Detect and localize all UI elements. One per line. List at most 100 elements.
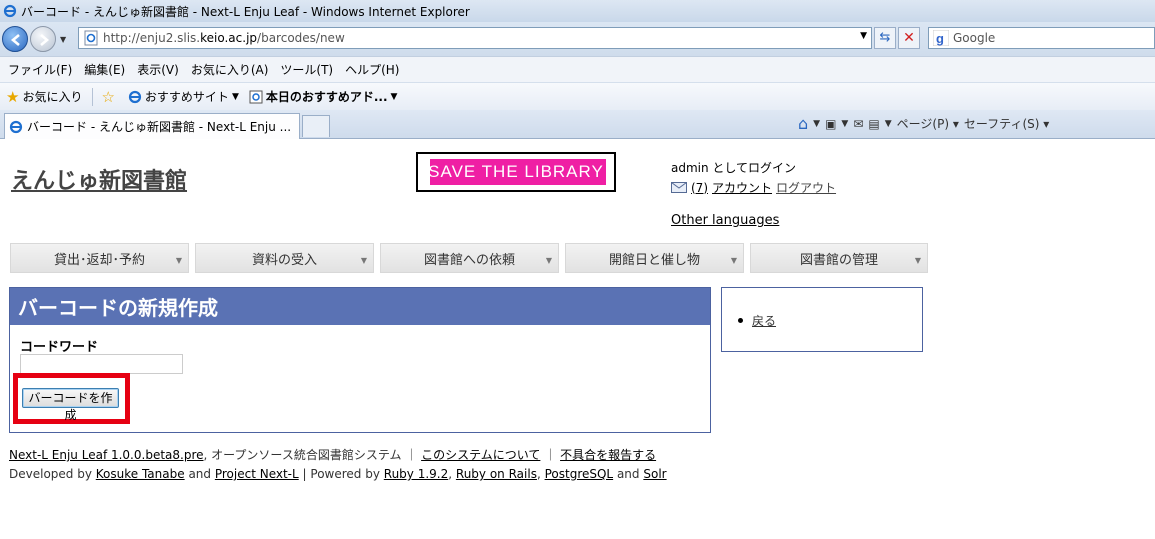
print-icon[interactable]: ▤ [868, 117, 879, 131]
ie-icon [128, 90, 142, 103]
side-panel: 戻る [721, 287, 923, 352]
menu-tools[interactable]: ツール(T) [280, 61, 333, 78]
search-placeholder: Google [953, 31, 996, 45]
footer-sep: ｜ [544, 448, 557, 462]
menu-view[interactable]: 表示(V) [137, 61, 179, 78]
feeds-icon[interactable]: ▣ [825, 117, 836, 131]
address-toolbar: ▼ http://enju2.slis.keio.ac.jp/barcodes/… [0, 22, 1155, 56]
webslice-label: 本日のおすすめアド... [265, 90, 388, 104]
safety-menu-label: セーフティ(S) [963, 117, 1040, 131]
nav-circulation[interactable]: 貸出･返却･予約 ▼ [10, 243, 189, 273]
ruby-link[interactable]: Ruby 1.9.2 [384, 467, 448, 481]
svg-text:g: g [936, 31, 944, 46]
menu-favorites[interactable]: お気に入り(A) [191, 61, 269, 78]
page-menu-label: ページ(P) [896, 117, 950, 131]
favorites-bar: ★ お気に入り ☆ おすすめサイト ▼ 本日のおすすめアド... ▼ [0, 82, 1155, 110]
address-url: http://enju2.slis.keio.ac.jp/barcodes/ne… [103, 31, 345, 45]
favorites-button[interactable]: ★ お気に入り [6, 88, 82, 106]
recent-pages-dropdown-icon[interactable]: ▼ [60, 35, 66, 44]
forward-button[interactable] [30, 26, 56, 52]
logout-link[interactable]: ログアウト [776, 179, 836, 196]
home-icon[interactable]: ⌂ [798, 114, 808, 133]
chevron-down-icon: ▼ [360, 256, 367, 265]
side-link-item: 戻る [738, 312, 776, 329]
address-dropdown-icon[interactable]: ▼ [860, 31, 867, 41]
command-bar: ⌂ ▼ ▣ ▼ ✉ ▤ ▼ ページ(P) ▾ セーフティ(S) ▾ [798, 114, 1054, 133]
menu-file[interactable]: ファイル(F) [8, 61, 72, 78]
solr-link[interactable]: Solr [643, 467, 666, 481]
nav-label: 図書館の管理 [799, 252, 878, 268]
menu-edit[interactable]: 編集(E) [84, 61, 125, 78]
chevron-down-icon: ▼ [231, 91, 239, 102]
rails-link[interactable]: Ruby on Rails [456, 467, 537, 481]
chevron-down-icon: ▼ [175, 256, 182, 265]
webslice-button[interactable]: 本日のおすすめアド... ▼ [249, 88, 398, 105]
suggested-sites-label: おすすめサイト [144, 90, 229, 104]
footer-desc: , オープンソース統合図書館システム ｜ [203, 448, 418, 462]
refresh-button[interactable]: ⇆ [874, 27, 896, 49]
mail-icon[interactable]: ✉ [853, 117, 863, 131]
messages-link[interactable]: (7) [691, 181, 708, 195]
code-word-input[interactable] [20, 354, 183, 374]
bullet [738, 318, 743, 323]
back-link[interactable]: 戻る [752, 312, 776, 329]
menu-help[interactable]: ヘルプ(H) [345, 61, 399, 78]
nav-label: 貸出･返却･予約 [53, 252, 145, 268]
star-icon: ★ [6, 87, 20, 106]
window-titlebar: バーコード - えんじゅ新図書館 - Next-L Enju Leaf - Wi… [0, 0, 1155, 22]
window-title: バーコード - えんじゅ新図書館 - Next-L Enju Leaf - Wi… [21, 4, 470, 19]
back-button[interactable] [2, 26, 28, 52]
chevron-down-icon: ▼ [390, 91, 398, 102]
site-title-link[interactable]: えんじゅ新図書館 [11, 163, 187, 195]
other-languages-link[interactable]: Other languages [671, 213, 779, 228]
postgresql-link[interactable]: PostgreSQL [545, 467, 614, 481]
nav-acquisition[interactable]: 資料の受入 ▼ [195, 243, 374, 273]
chevron-down-icon[interactable]: ▼ [885, 119, 892, 129]
side-links: 戻る [738, 312, 776, 329]
tab-bar: バーコード - えんじゅ新図書館 - Next-L Enju ... ⌂ ▼ ▣… [0, 110, 1155, 139]
chevron-down-icon: ▼ [730, 256, 737, 265]
safety-menu[interactable]: セーフティ(S) ▾ [964, 115, 1049, 132]
save-the-library-banner[interactable]: SAVE THE LIBRARY [416, 152, 616, 192]
account-link[interactable]: アカウント [712, 179, 772, 196]
suggested-sites-button[interactable]: おすすめサイト ▼ [128, 88, 239, 105]
and-text: and [188, 467, 212, 481]
add-favorite-button[interactable]: ☆ [101, 88, 117, 106]
favorites-label: お気に入り [22, 90, 83, 104]
main-nav: 貸出･返却･予約 ▼ 資料の受入 ▼ 図書館への依頼 ▼ 開館日と催し物 ▼ 図書館の管… [10, 243, 928, 273]
chevron-down-icon: ▼ [545, 256, 552, 265]
add-star-icon: ☆ [101, 87, 115, 106]
ie-icon [9, 120, 23, 133]
code-word-label: コードワード [20, 340, 99, 355]
dev-prefix: Developed by [9, 467, 92, 481]
nav-admin[interactable]: 図書館の管理 ▼ [750, 243, 928, 273]
user-box: admin としてログイン (7) アカウント ログアウト Other lang… [671, 159, 840, 228]
nav-requests[interactable]: 図書館への依頼 ▼ [380, 243, 559, 273]
footer-line-2: Developed by Kosuke Tanabe and Project N… [9, 467, 667, 481]
page-icon [84, 30, 98, 46]
browser-tab-active[interactable]: バーコード - えんじゅ新図書館 - Next-L Enju ... [4, 113, 300, 139]
page-menu[interactable]: ページ(P) ▾ [897, 115, 959, 132]
search-box[interactable]: g Google [928, 27, 1155, 49]
address-bar[interactable]: http://enju2.slis.keio.ac.jp/barcodes/ne… [78, 27, 872, 49]
nav-events[interactable]: 開館日と催し物 ▼ [565, 243, 744, 273]
forward-arrow-icon [40, 34, 50, 46]
developer-link-2[interactable]: Project Next-L [215, 467, 299, 481]
nav-label: 開館日と催し物 [608, 252, 700, 268]
back-arrow-icon [10, 34, 20, 46]
developer-link-1[interactable]: Kosuke Tanabe [96, 467, 185, 481]
chevron-down-icon[interactable]: ▼ [813, 119, 820, 129]
stop-button[interactable]: ✕ [898, 27, 920, 49]
tab-title: バーコード - えんじゅ新図書館 - Next-L Enju ... [27, 120, 292, 134]
chevron-down-icon[interactable]: ▼ [841, 119, 848, 129]
enju-version-link[interactable]: Next-L Enju Leaf 1.0.0.beta8.pre [9, 448, 204, 462]
chevron-down-icon: ▼ [914, 256, 921, 265]
and-text: and [616, 467, 640, 481]
about-link[interactable]: このシステムについて [421, 448, 540, 462]
toolbar-divider [92, 87, 94, 106]
new-tab-button[interactable] [302, 115, 330, 137]
report-bug-link[interactable]: 不具合を報告する [560, 448, 656, 462]
footer-line-1: Next-L Enju Leaf 1.0.0.beta8.pre, オープンソー… [9, 446, 667, 465]
menu-bar: ファイル(F) 編集(E) 表示(V) お気に入り(A) ツール(T) ヘルプ(… [0, 56, 1155, 82]
create-barcode-button[interactable]: バーコードを作成 [22, 388, 119, 422]
